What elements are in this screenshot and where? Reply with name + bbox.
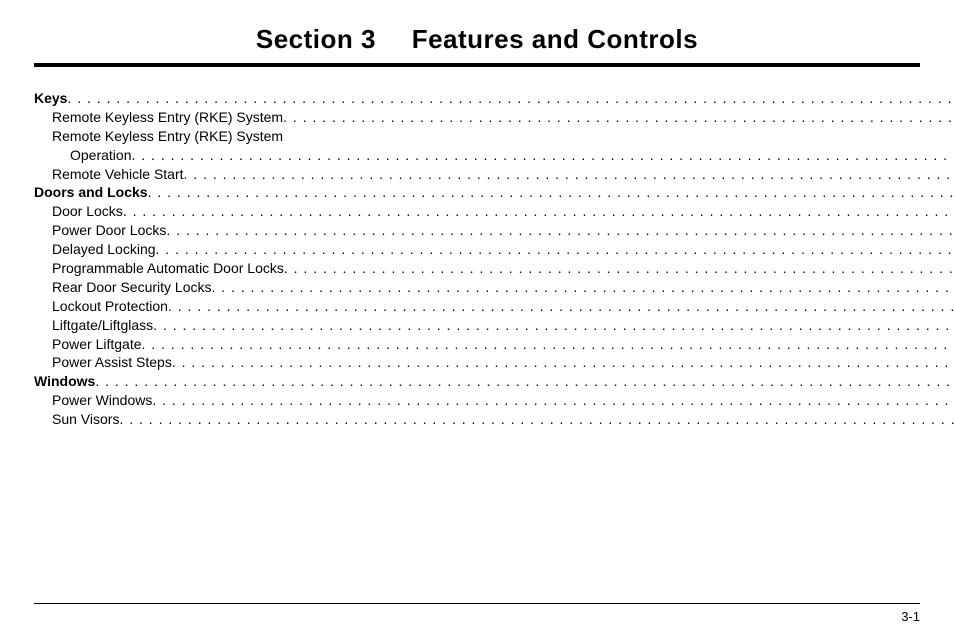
toc-label: Remote Keyless Entry (RKE) System xyxy=(52,108,283,127)
toc-column-left: Keys 3-3Remote Keyless Entry (RKE) Syste… xyxy=(34,89,954,487)
toc-label: Operation xyxy=(70,146,131,165)
toc-entry: Rear Door Security Locks 3-11 xyxy=(34,278,954,297)
title-rule xyxy=(34,63,920,67)
toc-leader xyxy=(168,297,954,316)
toc-entry: Power Liftgate 3-14 xyxy=(34,335,954,354)
toc-label: Doors and Locks xyxy=(34,183,148,202)
toc-label: Power Liftgate xyxy=(52,335,142,354)
toc-leader xyxy=(119,410,954,429)
toc-label: Keys xyxy=(34,89,67,108)
toc-label: Rear Door Security Locks xyxy=(52,278,212,297)
toc-leader xyxy=(212,278,954,297)
toc-label: Sun Visors xyxy=(52,410,119,429)
toc-label: Lockout Protection xyxy=(52,297,168,316)
toc-heading: Keys 3-3 xyxy=(34,89,954,108)
toc-leader xyxy=(142,335,954,354)
toc-entry: Remote Keyless Entry (RKE) System 3-4 xyxy=(34,108,954,127)
toc-label: Remote Keyless Entry (RKE) System xyxy=(52,127,283,146)
toc-entry: Remote Vehicle Start 3-7 xyxy=(34,165,954,184)
page-title: Section 3 Features and Controls xyxy=(256,24,698,55)
toc-heading: Doors and Locks 3-10 xyxy=(34,183,954,202)
toc-label: Delayed Locking xyxy=(52,240,156,259)
toc-leader xyxy=(152,391,954,410)
page-number: 3-1 xyxy=(901,609,920,624)
toc-entry: Liftgate/Liftglass 3-12 xyxy=(34,316,954,335)
toc-label: Programmable Automatic Door Locks xyxy=(52,259,284,278)
title-name: Features and Controls xyxy=(412,24,698,54)
toc-leader xyxy=(184,165,954,184)
toc-entry: Sun Visors 3-21 xyxy=(34,410,954,429)
toc-leader xyxy=(284,259,954,278)
toc-heading: Windows 3-18 xyxy=(34,372,954,391)
toc-leader xyxy=(156,240,954,259)
toc-label: Power Windows xyxy=(52,391,152,410)
toc-leader xyxy=(123,202,954,221)
toc-entry: Remote Keyless Entry (RKE) System xyxy=(34,127,954,146)
toc-label: Liftgate/Liftglass xyxy=(52,316,153,335)
toc-entry: Programmable Automatic Door Locks 3-11 xyxy=(34,259,954,278)
toc-label: Power Assist Steps xyxy=(52,353,172,372)
toc-leader xyxy=(148,183,954,202)
toc-entry: Power Windows 3-19 xyxy=(34,391,954,410)
toc-entry: Lockout Protection 3-12 xyxy=(34,297,954,316)
toc-leader xyxy=(131,146,954,165)
footer-rule xyxy=(34,603,920,604)
toc-leader xyxy=(153,316,954,335)
page: Section 3 Features and Controls Keys 3-3… xyxy=(0,0,954,638)
toc-entry: Operation 3-4 xyxy=(34,146,954,165)
toc-leader xyxy=(67,89,954,108)
toc-leader xyxy=(172,353,954,372)
toc-entry: Power Door Locks 3-10 xyxy=(34,221,954,240)
toc-label: Remote Vehicle Start xyxy=(52,165,184,184)
toc-label: Power Door Locks xyxy=(52,221,166,240)
toc-label: Windows xyxy=(34,372,95,391)
toc-leader xyxy=(166,221,954,240)
toc-entry: Power Assist Steps 3-17 xyxy=(34,353,954,372)
page-title-wrap: Section 3 Features and Controls xyxy=(34,24,920,55)
toc-leader xyxy=(283,108,954,127)
toc-label: Door Locks xyxy=(52,202,123,221)
title-section: Section 3 xyxy=(256,24,376,54)
toc-leader xyxy=(95,372,954,391)
toc-entry: Delayed Locking 3-11 xyxy=(34,240,954,259)
toc-entry: Door Locks 3-10 xyxy=(34,202,954,221)
toc-columns: Keys 3-3Remote Keyless Entry (RKE) Syste… xyxy=(34,89,920,487)
